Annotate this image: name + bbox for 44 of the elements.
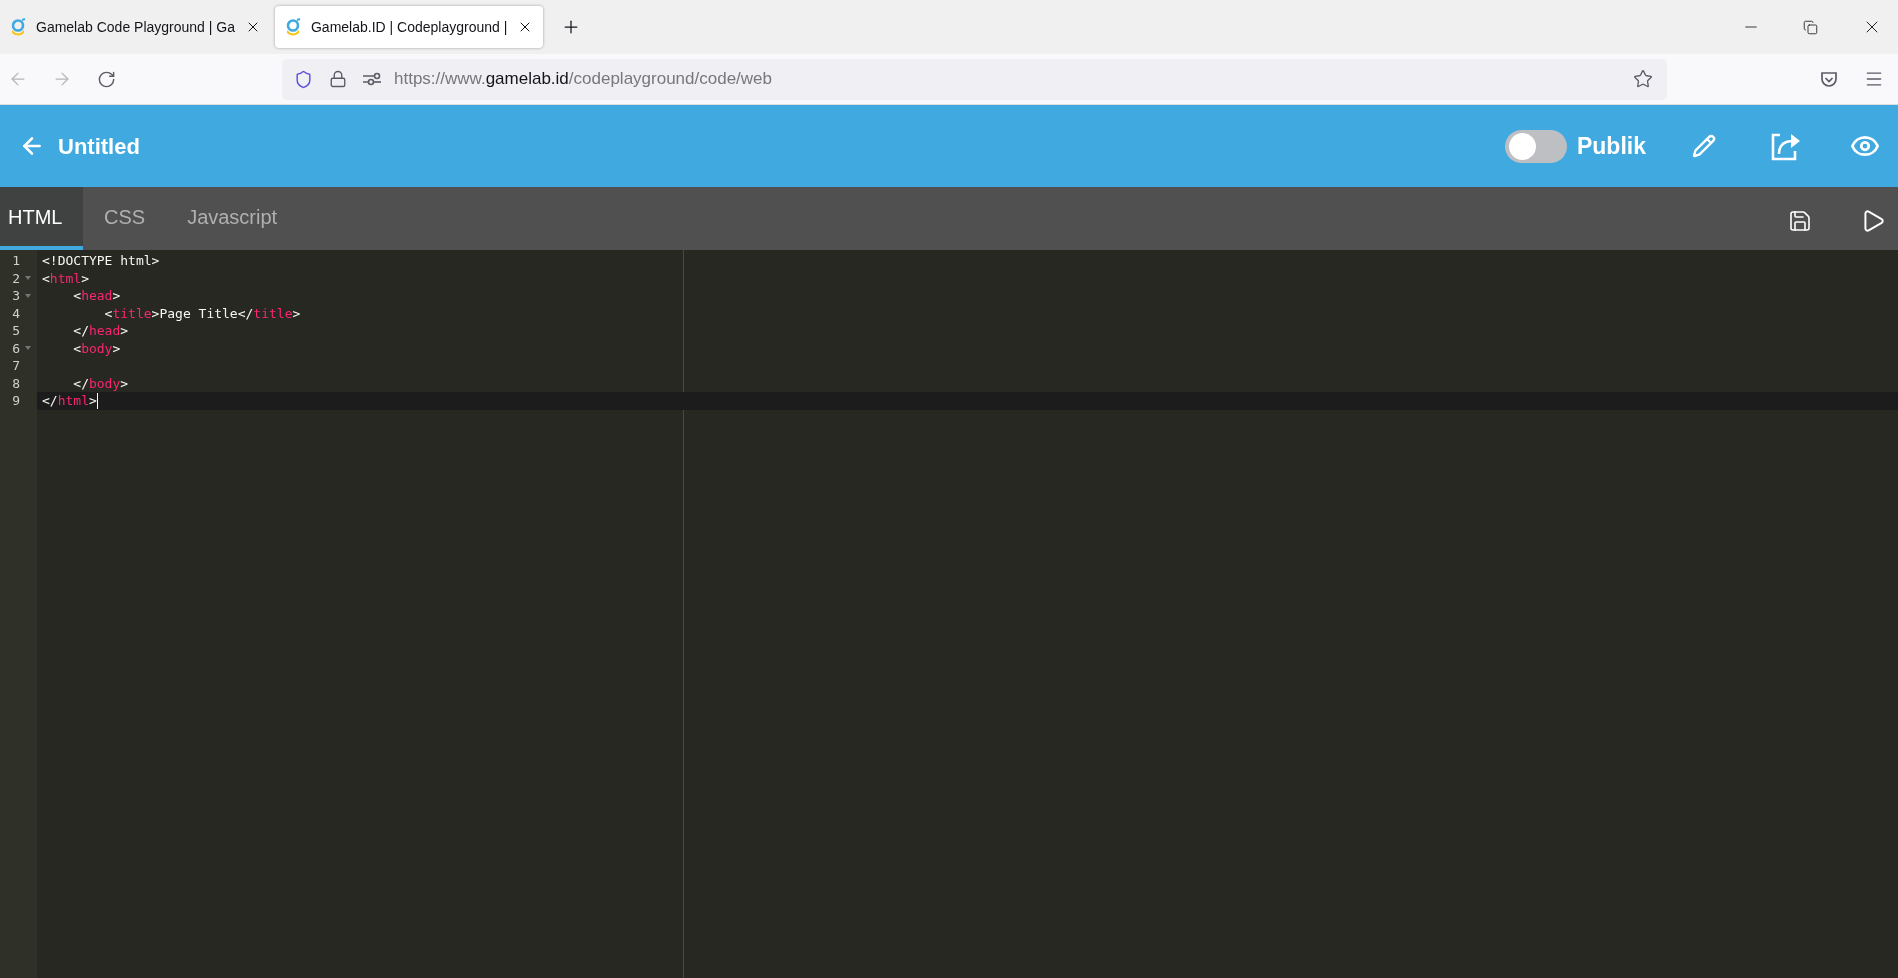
browser-tab[interactable]: Gamelab.ID | Codeplayground | — [275, 6, 544, 48]
text-cursor — [96, 392, 99, 409]
project-title: Untitled — [58, 132, 140, 161]
reload-icon[interactable] — [97, 69, 116, 89]
line-number: 5 — [11, 322, 20, 340]
pocket-icon[interactable] — [1820, 70, 1838, 88]
toggle-label: Publik — [1577, 131, 1646, 161]
logo-icon — [285, 18, 301, 36]
public-toggle[interactable] — [1505, 129, 1567, 163]
permissions-icon — [362, 72, 382, 86]
line-number: 4 — [11, 304, 20, 323]
save-icon[interactable] — [1788, 209, 1812, 233]
tab-title: Gamelab.ID | Codeplayground | — [311, 17, 508, 37]
code-line: <body> — [72, 339, 121, 358]
line-number: 6 — [11, 339, 20, 358]
editor-tab[interactable]: Javascript — [166, 187, 299, 250]
fold-caret-icon[interactable] — [25, 293, 31, 298]
editor-tab[interactable]: HTML — [0, 187, 83, 250]
url-text: https://www.gamelab.id/codeplayground/code/web — [394, 68, 772, 91]
browser-tab[interactable]: Gamelab Code Playground | Ga — [0, 6, 271, 48]
line-number: 1 — [11, 252, 20, 270]
fold-caret-icon[interactable] — [25, 346, 31, 351]
line-number: 3 — [11, 287, 20, 305]
code-line: <title>Page Title</title> — [103, 304, 301, 323]
tab-title: Gamelab Code Playground | Ga — [36, 17, 235, 37]
lock-icon — [329, 70, 347, 88]
editor-tab[interactable]: CSS — [83, 187, 167, 250]
edit-icon[interactable] — [1692, 134, 1716, 158]
code-line: <head> — [72, 287, 121, 305]
fold-caret-icon[interactable] — [25, 276, 31, 281]
code-line: <html> — [42, 269, 89, 288]
code-line: </head> — [72, 322, 129, 340]
address-bar[interactable]: https://www.gamelab.id/codeplayground/code/web — [282, 58, 1667, 100]
code-line: </body> — [72, 374, 129, 393]
line-number: 2 — [11, 269, 20, 288]
bookmark-star-icon[interactable] — [1633, 69, 1653, 89]
shield-icon — [294, 69, 313, 89]
code-line: </html> — [42, 392, 97, 410]
logo-icon — [10, 18, 26, 36]
restore-icon[interactable] — [1803, 19, 1818, 35]
code-line: <!DOCTYPE html> — [42, 252, 160, 270]
line-number: 7 — [11, 357, 20, 375]
line-number: 8 — [11, 374, 20, 393]
line-number: 9 — [11, 392, 20, 410]
